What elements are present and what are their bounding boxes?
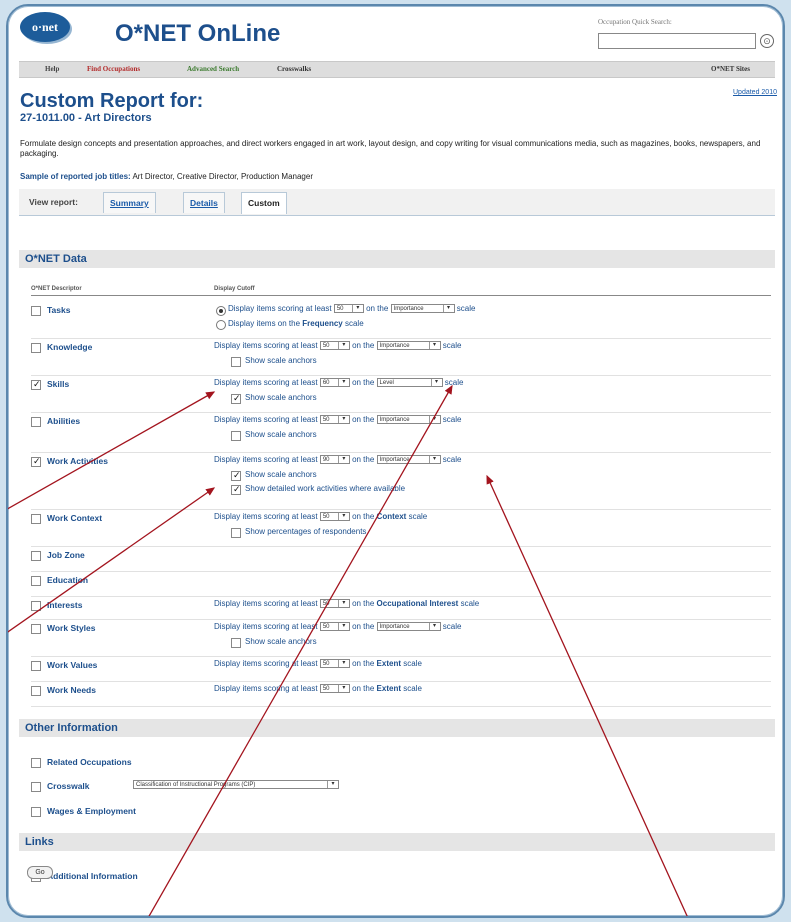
arrow-to-importance-select [486,474,688,916]
arrow-to-skills-anchors [8,391,216,510]
arrow-to-level-select [148,384,453,916]
annotation-arrows [8,384,688,916]
report-window: o·net O*NET OnLine Occupation Quick Sear… [6,4,785,918]
arrow-to-wa-anchors [8,487,216,633]
